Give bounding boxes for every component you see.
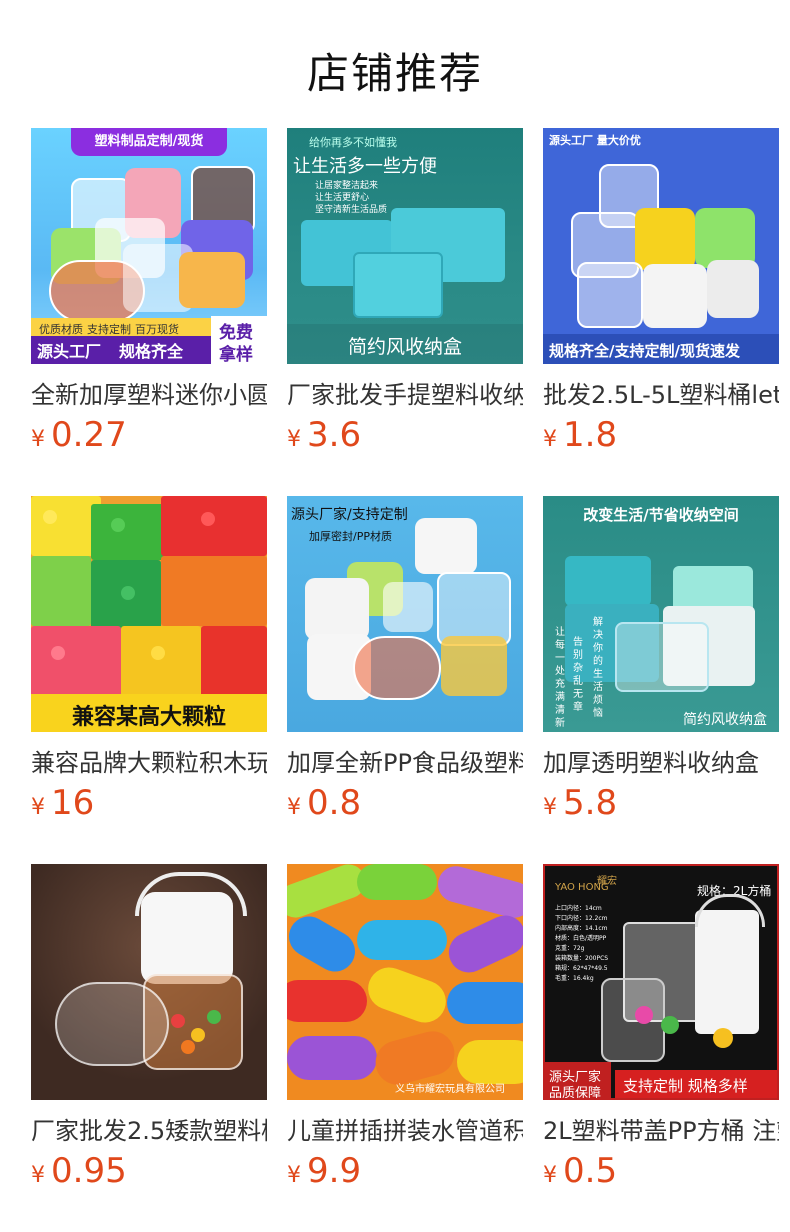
currency-symbol: ¥ <box>31 1163 45 1188</box>
currency-symbol: ¥ <box>287 1163 301 1188</box>
spec-line: 材质：白色/透明PP <box>555 935 607 942</box>
image-caption: 支持定制 规格多样 <box>623 1077 748 1095</box>
product-card[interactable]: 厂家批发2.5矮款塑料桶 ¥0.95 <box>31 864 267 1191</box>
image-watermark: 义乌市耀宏玩具有限公司 <box>395 1084 505 1095</box>
badge-quality: 品质保障 <box>549 1086 602 1100</box>
product-price: ¥1.8 <box>543 415 617 455</box>
currency-symbol: ¥ <box>287 795 301 820</box>
image-banner: 塑料制品定制/现货 <box>71 128 227 156</box>
product-price: ¥5.8 <box>543 783 617 823</box>
product-name[interactable]: 加厚透明塑料收纳盒 <box>543 743 779 778</box>
badge-stock: 百万现货 <box>135 323 179 336</box>
product-name[interactable]: 全新加厚塑料迷你小圆桶 <box>31 375 267 410</box>
product-name[interactable]: 儿童拼插拼装水管道积木 <box>287 1111 523 1146</box>
badge-sample: 拿样 <box>219 345 253 364</box>
product-price: ¥3.6 <box>287 415 361 455</box>
price-value: 9.9 <box>307 1151 362 1191</box>
spec-line: 下口内径：12.2cm <box>555 915 608 922</box>
price-value: 0.5 <box>563 1151 618 1191</box>
product-image[interactable]: 耀宏 YAO HONG 规格：2L方桶 上口内径：14cm 下口内径：12.2cm… <box>543 864 779 1100</box>
product-card[interactable]: 给你再多不如懂我 让生活多一些方便 让居家整洁起来 让生活更舒心 坚守清新生活品… <box>287 128 523 455</box>
product-image[interactable]: 改变生活/节省收纳空间 让每一处充满清新 解决你的生活烦恼 告别杂乱无章 简约风… <box>543 496 779 732</box>
badge-quality: 优质材质 <box>39 323 83 336</box>
currency-symbol: ¥ <box>31 795 45 820</box>
image-tagline: 源头工厂 量大价优 <box>549 134 641 147</box>
product-name[interactable]: 厂家批发手提塑料收纳盒 <box>287 375 523 410</box>
product-name[interactable]: 2L塑料带盖PP方桶 注塑 <box>543 1111 779 1146</box>
image-vertical-text: 解决你的生活烦恼 <box>593 617 603 719</box>
price-value: 0.27 <box>51 415 127 455</box>
spec-line: 装箱数量：200PCS <box>555 955 609 962</box>
image-caption: 规格齐全/支持定制/现货速发 <box>549 342 740 360</box>
product-card[interactable]: 塑料制品定制/现货 优质材质 支持定制 百万现货 源头工厂 规格齐全 免费 拿样… <box>31 128 267 455</box>
product-price: ¥16 <box>31 783 94 823</box>
product-card[interactable]: 改变生活/节省收纳空间 让每一处充满清新 解决你的生活烦恼 告别杂乱无章 简约风… <box>543 496 779 823</box>
spec-line: 上口内径：14cm <box>555 905 602 912</box>
price-value: 5.8 <box>563 783 618 823</box>
product-image[interactable]: 给你再多不如懂我 让生活多一些方便 让居家整洁起来 让生活更舒心 坚守清新生活品… <box>287 128 523 364</box>
price-value: 3.6 <box>307 415 362 455</box>
product-price: ¥0.27 <box>31 415 127 455</box>
spec-line: 箱规：62*47*49.5 <box>555 965 608 972</box>
price-value: 0.95 <box>51 1151 127 1191</box>
product-card[interactable]: 兼容某高大颗粒 兼容品牌大颗粒积木玩具 ¥16 <box>31 496 267 823</box>
spec-line: 克重：72g <box>555 945 585 952</box>
product-image[interactable]: 源头工厂 量大价优 规格齐全/支持定制/现货速发 <box>543 128 779 364</box>
product-card[interactable]: 义乌市耀宏玩具有限公司 儿童拼插拼装水管道积木 ¥9.9 <box>287 864 523 1191</box>
product-image[interactable]: 源头厂家/支持定制 加厚密封/PP材质 <box>287 496 523 732</box>
image-caption: 简约风收纳盒 <box>683 712 767 728</box>
page-title: 店铺推荐 <box>306 49 483 98</box>
image-headline: 改变生活/节省收纳空间 <box>583 506 739 524</box>
banner-spec: 规格齐全 <box>119 342 184 361</box>
product-card[interactable]: 源头工厂 量大价优 规格齐全/支持定制/现货速发 批发2.5L-5L塑料桶let… <box>543 128 779 455</box>
currency-symbol: ¥ <box>543 795 557 820</box>
image-headline: 源头厂家/支持定制 <box>291 507 408 523</box>
product-image[interactable]: 塑料制品定制/现货 优质材质 支持定制 百万现货 源头工厂 规格齐全 免费 拿样 <box>31 128 267 364</box>
product-image[interactable] <box>31 864 267 1100</box>
currency-symbol: ¥ <box>31 427 45 452</box>
brand-name-en: YAO HONG <box>555 882 609 893</box>
image-line: 坚守清新生活品质 <box>315 205 388 215</box>
image-caption: 兼容某高大颗粒 <box>71 705 226 730</box>
image-vertical-text: 让每一处充满清新 <box>555 627 565 729</box>
currency-symbol: ¥ <box>287 427 301 452</box>
price-value: 0.8 <box>307 783 362 823</box>
badge-custom: 支持定制 <box>87 323 131 336</box>
product-name[interactable]: 兼容品牌大颗粒积木玩具 <box>31 743 267 778</box>
product-image[interactable]: 兼容某高大颗粒 <box>31 496 267 732</box>
product-image[interactable]: 义乌市耀宏玩具有限公司 <box>287 864 523 1100</box>
image-subline: 加厚密封/PP材质 <box>309 530 392 543</box>
price-value: 16 <box>51 783 95 823</box>
product-card[interactable]: 源头厂家/支持定制 加厚密封/PP材质 加厚全新PP食品级塑料桶 ¥0.8 <box>287 496 523 823</box>
product-card[interactable]: 耀宏 YAO HONG 规格：2L方桶 上口内径：14cm 下口内径：12.2cm… <box>543 864 779 1191</box>
currency-symbol: ¥ <box>543 1163 557 1188</box>
product-price: ¥0.95 <box>31 1151 127 1191</box>
banner-factory: 源头工厂 <box>37 342 102 361</box>
image-tagline: 给你再多不如懂我 <box>309 136 397 149</box>
image-vertical-text: 告别杂乱无章 <box>573 637 583 713</box>
product-price: ¥0.8 <box>287 783 361 823</box>
product-price: ¥9.9 <box>287 1151 361 1191</box>
price-value: 1.8 <box>563 415 618 455</box>
product-name[interactable]: 加厚全新PP食品级塑料桶 <box>287 743 523 778</box>
image-headline: 让生活多一些方便 <box>293 156 437 177</box>
product-name[interactable]: 批发2.5L-5L塑料桶let <box>543 375 779 410</box>
product-price: ¥0.5 <box>543 1151 617 1191</box>
image-caption: 简约风收纳盒 <box>347 336 462 358</box>
spec-line: 内部高度：14.1cm <box>555 925 608 932</box>
spec-list: 上口内径：14cm 下口内径：12.2cm 内部高度：14.1cm 材质：白色/透明P… <box>555 904 625 984</box>
currency-symbol: ¥ <box>543 427 557 452</box>
product-name[interactable]: 厂家批发2.5矮款塑料桶 <box>31 1111 267 1146</box>
